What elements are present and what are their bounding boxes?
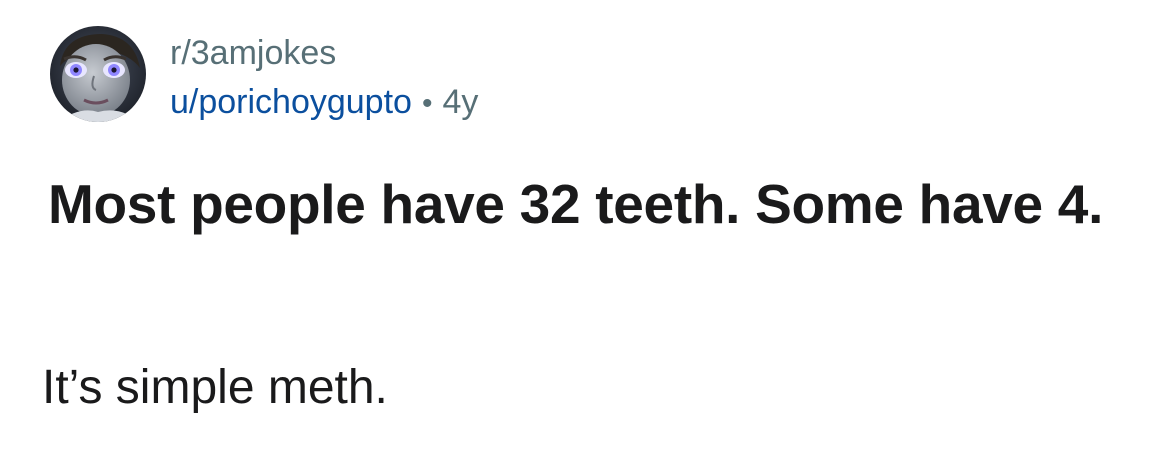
- post-age: 4y: [442, 83, 479, 121]
- post-title: Most people have 32 teeth. Some have 4.: [48, 173, 1104, 235]
- avatar[interactable]: [50, 26, 146, 122]
- post-body: It’s simple meth.: [42, 361, 388, 414]
- cartoon-face-avatar-icon: [50, 26, 146, 122]
- separator-dot: •: [421, 87, 433, 120]
- subreddit-link[interactable]: r/3amjokes: [170, 32, 478, 74]
- username-link[interactable]: u/porichoygupto: [170, 83, 412, 121]
- post-meta: r/3amjokes u/porichoygupto • 4y: [170, 32, 478, 126]
- byline: u/porichoygupto • 4y: [170, 80, 478, 126]
- reddit-post-card: r/3amjokes u/porichoygupto • 4y Most peopl…: [0, 0, 1170, 458]
